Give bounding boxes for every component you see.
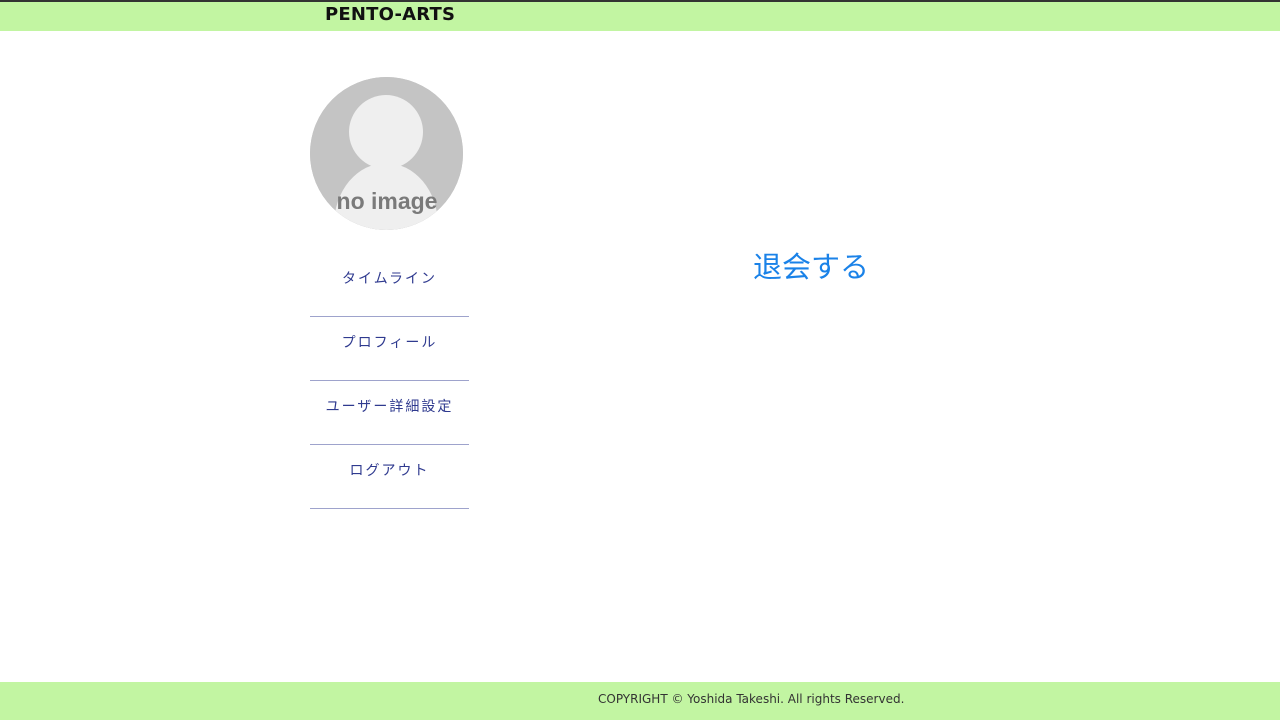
- sidebar-nav: タイムライン プロフィール ユーザー詳細設定 ログアウト: [310, 253, 469, 509]
- sidebar-item-label: プロフィール: [341, 334, 438, 351]
- sidebar-item-label: ログアウト: [349, 462, 430, 479]
- sidebar-item-label: タイムライン: [341, 270, 438, 287]
- header-bar: PENTO-ARTS: [0, 0, 1280, 31]
- sidebar-item-profile[interactable]: プロフィール: [310, 317, 469, 381]
- avatar-no-image-text: no image: [337, 188, 438, 214]
- avatar-placeholder-icon: no image: [310, 77, 463, 230]
- sidebar-item-user-settings[interactable]: ユーザー詳細設定: [310, 381, 469, 445]
- withdraw-link[interactable]: 退会する: [753, 248, 869, 286]
- footer-bar: COPYRIGHT © Yoshida Takeshi. All rights …: [0, 682, 1280, 720]
- sidebar-item-label: ユーザー詳細設定: [325, 398, 454, 415]
- avatar: no image: [310, 77, 463, 230]
- sidebar-item-logout[interactable]: ログアウト: [310, 445, 469, 509]
- site-title[interactable]: PENTO-ARTS: [325, 3, 455, 27]
- sidebar-item-timeline[interactable]: タイムライン: [310, 253, 469, 317]
- copyright-text: COPYRIGHT © Yoshida Takeshi. All rights …: [598, 692, 905, 706]
